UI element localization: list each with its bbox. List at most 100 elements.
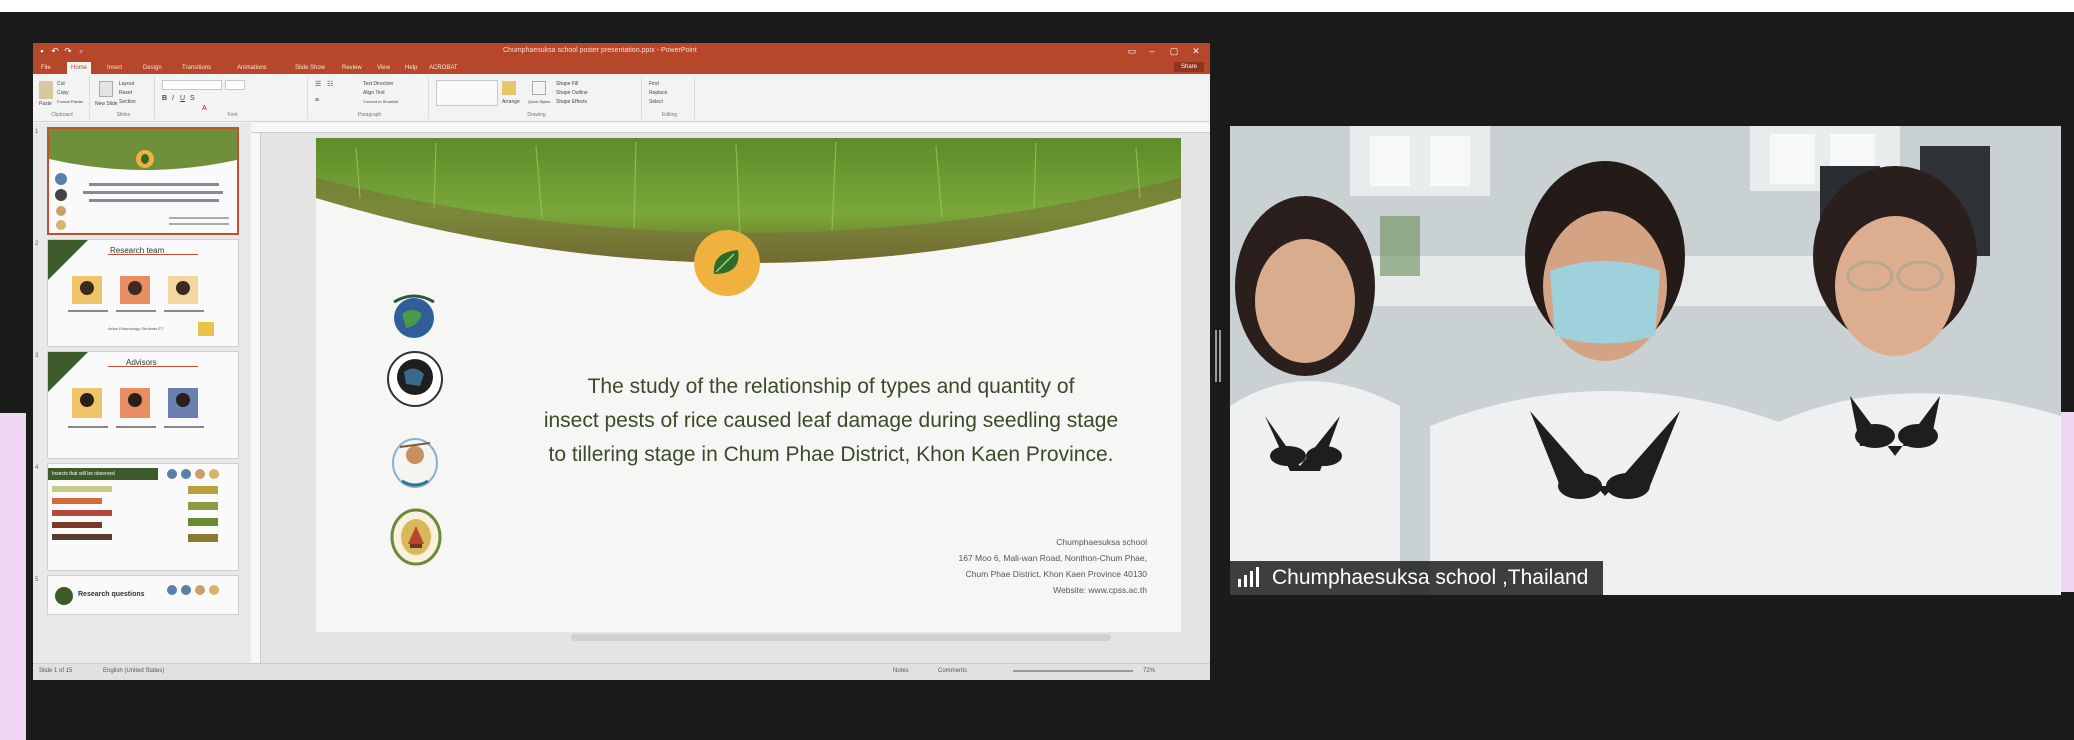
notes-button[interactable]: Notes [893, 668, 909, 674]
tab-insert[interactable]: Insert [103, 62, 126, 74]
shape-outline-button[interactable]: Shape Outline [556, 90, 588, 96]
slide-title-line: to tillering stage in Chum Phae District… [548, 443, 1114, 466]
tab-acrobat[interactable]: ACROBAT [425, 62, 462, 74]
thumb-2-caption: Asian Entomology Students ET [108, 326, 164, 331]
thumb-2-title: Research team [110, 246, 165, 255]
slide-title-line: insect pests of rice caused leaf damage … [543, 409, 1119, 432]
contact-line: Chum Phae District, Khon Kaen Province 4… [965, 569, 1147, 579]
zoom-level[interactable]: 72% [1143, 668, 1155, 674]
close-button[interactable]: ✕ [1187, 45, 1205, 58]
tab-view[interactable]: View [373, 62, 394, 74]
globe-thailand-logo [387, 351, 443, 407]
screen: ▪ ↶ ↷ ▫ Chumphaesuksa school poster pres… [0, 0, 2074, 740]
comments-button[interactable]: Comments [938, 668, 967, 674]
contact-line: 167 Moo 6, Mali-wan Road, Nonthon-Chum P… [958, 553, 1147, 563]
paste-button[interactable]: Paste [39, 101, 52, 107]
share-button[interactable]: Share [1174, 62, 1204, 72]
ribbon-display-icon[interactable]: ▭ [1123, 45, 1141, 58]
minimize-button[interactable]: – [1143, 45, 1161, 58]
background-accent-left [0, 413, 26, 740]
slide-title[interactable]: The study of the relationship of types a… [486, 370, 1176, 472]
current-slide[interactable]: The study of the relationship of types a… [316, 138, 1181, 632]
zoom-slider[interactable] [1013, 670, 1133, 672]
thumb-number: 2 [35, 241, 39, 247]
format-painter-button[interactable]: Format Painter [57, 99, 83, 104]
thumb-number: 5 [35, 577, 39, 583]
language-indicator[interactable]: English (United States) [103, 668, 164, 674]
contact-line: Website: www.cpss.ac.th [1053, 585, 1147, 595]
reset-button[interactable]: Reset [119, 90, 132, 96]
font-color-button[interactable]: A [202, 105, 207, 112]
replace-button[interactable]: Replace [649, 90, 667, 96]
section-button[interactable]: Section [119, 99, 136, 105]
editing-group: Find Replace Select Editing [645, 77, 695, 119]
paste-icon[interactable] [39, 81, 53, 99]
tab-review[interactable]: Review [338, 62, 366, 74]
maximize-button[interactable]: ▢ [1165, 45, 1183, 58]
slides-label: Slides [116, 112, 131, 118]
shape-effects-button[interactable]: Shape Effects [556, 99, 587, 105]
font-name-box[interactable] [162, 80, 222, 90]
clipboard-group: Paste Cut Copy Format Painter Clipboard [35, 77, 90, 119]
new-slide-button[interactable]: New Slide [95, 101, 118, 107]
redo-icon[interactable]: ↷ [63, 46, 73, 56]
slide-thumbnail-5[interactable]: Research questions [47, 575, 239, 615]
drawing-label: Drawing [527, 112, 546, 118]
numbering-button[interactable]: ☷ [327, 80, 333, 88]
participant-video[interactable] [1230, 126, 2061, 595]
slides-group: New Slide Layout Reset Section Slides [93, 77, 155, 119]
slide-thumbnail-1[interactable] [47, 127, 239, 235]
shape-fill-button[interactable]: Shape Fill [556, 81, 578, 87]
slide-title-line: The study of the relationship of types a… [587, 375, 1075, 398]
tab-file[interactable]: File [37, 62, 55, 74]
horizontal-scrollbar[interactable] [571, 634, 1111, 641]
slide-count: Slide 1 of 15 [39, 668, 73, 674]
tab-help[interactable]: Help [401, 62, 421, 74]
copy-button[interactable]: Copy [57, 90, 69, 96]
quick-styles-icon[interactable] [532, 81, 546, 95]
undo-icon[interactable]: ↶ [50, 46, 60, 56]
slide-thumbnail-3[interactable]: Advisors [47, 351, 239, 459]
thumb-3-title: Advisors [126, 358, 157, 367]
video-frame [1230, 126, 2061, 595]
text-direction-button[interactable]: Text Direction [363, 81, 393, 87]
shapes-gallery[interactable] [436, 80, 498, 106]
quick-styles-button[interactable]: Quick Styles [528, 99, 550, 104]
slide-contact-block[interactable]: Chumphaesuksa school 167 Moo 6, Mali-wan… [958, 534, 1147, 598]
bullets-button[interactable]: ☰ [315, 80, 321, 88]
panel-resize-handle[interactable] [1215, 330, 1223, 382]
font-group: B I U S A Font [158, 77, 308, 119]
present-icon[interactable]: ▫ [76, 46, 86, 56]
save-icon[interactable]: ▪ [37, 46, 47, 56]
thumb-5-title: Research questions [78, 591, 145, 598]
slide-thumbnail-2[interactable]: Research team Asian Entomology Students … [47, 239, 239, 347]
title-bar: ▪ ↶ ↷ ▫ Chumphaesuksa school poster pres… [33, 43, 1210, 60]
select-button[interactable]: Select [649, 99, 663, 105]
italic-button[interactable]: I [172, 95, 174, 102]
arrange-button[interactable]: Arrange [502, 99, 520, 105]
tab-transitions[interactable]: Transitions [178, 62, 215, 74]
tab-design[interactable]: Design [139, 62, 166, 74]
convert-smartart-button[interactable]: Convert to SmartArt [363, 99, 398, 104]
participant-name: Chumphaesuksa school ,Thailand [1272, 566, 1589, 589]
thumb-number: 3 [35, 353, 39, 359]
align-text-button[interactable]: Align Text [363, 90, 385, 96]
layout-button[interactable]: Layout [119, 81, 134, 87]
tab-animations[interactable]: Animations [233, 62, 271, 74]
cut-button[interactable]: Cut [57, 81, 65, 87]
thumb-4-title: Insects that will be observed [52, 471, 115, 477]
clipboard-label: Clipboard [51, 112, 73, 118]
new-slide-icon[interactable] [99, 81, 113, 97]
underline-button[interactable]: U [180, 95, 185, 102]
bold-button[interactable]: B [162, 95, 167, 102]
strikethrough-button[interactable]: S [190, 95, 195, 102]
align-left-button[interactable]: ≡ [315, 97, 319, 104]
find-button[interactable]: Find [649, 81, 659, 87]
school-emblem-logo [390, 508, 442, 566]
thumb-number: 4 [35, 465, 39, 471]
tab-home[interactable]: Home [67, 62, 92, 74]
arrange-icon[interactable] [502, 81, 516, 95]
font-size-box[interactable] [225, 80, 245, 90]
slide-thumbnail-4[interactable]: Insects that will be observed [47, 463, 239, 571]
tab-slide-show[interactable]: Slide Show [291, 62, 329, 74]
